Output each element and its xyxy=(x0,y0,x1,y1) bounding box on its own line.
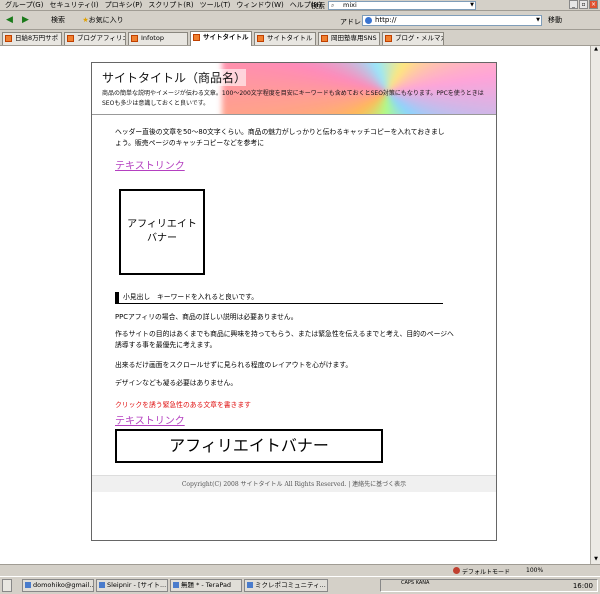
footer: Copyright(C) 2008 サイトタイトル All Rights Res… xyxy=(92,475,496,492)
scroll-up-icon[interactable]: ▲ xyxy=(592,46,600,54)
search-label: 検索 xyxy=(311,2,325,10)
search-icon: ⌕ xyxy=(331,2,335,9)
affiliate-banner-square[interactable]: アフィリエイト バナー xyxy=(119,189,205,275)
tab-label: 日給8万円サポ xyxy=(15,34,59,42)
minimize-button[interactable]: _ xyxy=(569,0,578,9)
favorites-button-label: お気に入り xyxy=(88,16,124,24)
restore-button[interactable]: ▫ xyxy=(579,0,588,9)
paragraph: デザインなども凝る必要はありません。 xyxy=(115,379,238,387)
affiliate-banner-wide[interactable]: アフィリエイトバナー xyxy=(115,429,383,463)
app-icon xyxy=(25,582,31,588)
tab-label: ブログアフィリエイ xyxy=(77,34,125,42)
status-bar: デフォルトモード 100% xyxy=(0,564,600,576)
address-input[interactable]: http:// ▼ xyxy=(362,15,542,26)
task-button[interactable]: Sleipnir - [サイト... xyxy=(96,579,168,592)
tab-label: サイトタイトル xyxy=(203,33,249,41)
app-icon xyxy=(99,582,105,588)
favorites-button[interactable]: ★お気に入り xyxy=(80,14,126,27)
paragraph: 出来るだけ画面をスクロールせずに見られる程度のレイアウトを心がけます。 xyxy=(115,361,353,369)
page-icon xyxy=(257,35,264,42)
tab-4-active[interactable]: サイトタイトル xyxy=(190,31,252,46)
app-icon xyxy=(173,582,179,588)
go-button[interactable]: 移動 xyxy=(548,15,562,25)
search-button[interactable]: 検索 xyxy=(40,14,76,27)
task-label: ミクレポコミュニティ... xyxy=(255,581,326,589)
chevron-down-icon[interactable]: ▼ xyxy=(470,2,474,9)
paragraph: 作るサイトの目的はあくまでも商品に興味を持ってもらう、または緊急性を伝えるまでと… xyxy=(115,330,454,349)
tab-label: ブログ・メルマガ xyxy=(395,34,444,42)
forward-arrow-icon[interactable]: ▶ xyxy=(19,14,32,27)
tab-7[interactable]: ブログ・メルマガ xyxy=(382,32,444,45)
tab-6[interactable]: 岡田塾専用SNS xyxy=(318,32,380,45)
page-icon xyxy=(365,17,372,24)
subheading: 小見出し キーワードを入れると良いです。 xyxy=(115,292,443,304)
paragraph: PPCアフィリの場合、商品の詳しい説明は必要ありません。 xyxy=(115,313,298,321)
page-icon xyxy=(131,35,138,42)
tab-3[interactable]: Infotop xyxy=(128,32,188,45)
text-link[interactable]: テキストリンク xyxy=(115,412,185,427)
page-icon xyxy=(5,35,12,42)
tab-1[interactable]: 日給8万円サポ xyxy=(2,32,62,45)
menu-bar: グループ(G) セキュリティ(I) プロキシ(P) スクリプト(R) ツール(T… xyxy=(0,0,600,11)
tab-bar: 日給8万円サポ ブログアフィリエイ Infotop サイトタイトル サイトタイト… xyxy=(0,30,600,46)
clock: 16:00 xyxy=(572,582,593,590)
page-icon xyxy=(385,35,392,42)
site-header: サイトタイトル（商品名） 商品の簡単な説明やイメージが伝わる文章。100〜200… xyxy=(92,63,496,114)
taskbar: domohiko@gmail... Sleipnir - [サイト... 無題 … xyxy=(0,576,600,594)
start-button[interactable] xyxy=(2,579,12,592)
mode-icon xyxy=(453,567,460,574)
site-title: サイトタイトル（商品名） xyxy=(102,69,247,86)
page-icon xyxy=(67,35,74,42)
task-button[interactable]: 無題 * - TeraPad xyxy=(170,579,242,592)
window-controls: _ ▫ × xyxy=(569,0,598,9)
zoom-level[interactable]: 100% xyxy=(526,567,543,574)
ime-indicator[interactable]: CAPS KANA xyxy=(401,580,429,586)
system-tray: CAPS KANA 16:00 xyxy=(380,579,598,592)
banner-line: バナー xyxy=(147,233,177,244)
tab-label: サイトタイトル xyxy=(267,34,313,42)
chevron-down-icon[interactable]: ▼ xyxy=(536,16,540,25)
menu-group[interactable]: グループ(G) xyxy=(2,0,46,10)
tab-label: 岡田塾専用SNS xyxy=(331,34,377,42)
lead-text: ヘッダー直後の文章を50〜80文字くらい。商品の魅力がしっかりと伝わるキャッチコ… xyxy=(115,128,445,147)
tab-5[interactable]: サイトタイトル xyxy=(254,32,316,45)
scroll-down-icon[interactable]: ▼ xyxy=(592,556,600,564)
menu-security[interactable]: セキュリティ(I) xyxy=(46,0,101,10)
search-value: mixi xyxy=(343,1,357,9)
text-link[interactable]: テキストリンク xyxy=(115,157,185,172)
menu-tools[interactable]: ツール(T) xyxy=(197,0,234,10)
page-icon xyxy=(321,35,328,42)
urgent-text: クリックを誘う緊急性のある文章を書きます xyxy=(115,401,251,409)
menu-window[interactable]: ウィンドウ(W) xyxy=(233,0,286,10)
task-label: 無題 * - TeraPad xyxy=(181,581,232,589)
back-arrow-icon[interactable]: ◀ xyxy=(3,14,16,27)
task-label: domohiko@gmail... xyxy=(33,581,94,589)
task-label: Sleipnir - [サイト... xyxy=(107,581,167,589)
browser-viewport: サイトタイトル（商品名） 商品の簡単な説明やイメージが伝わる文章。100〜200… xyxy=(0,46,590,564)
task-button[interactable]: ミクレポコミュニティ... xyxy=(244,579,328,592)
tab-2[interactable]: ブログアフィリエイ xyxy=(64,32,126,45)
status-mode[interactable]: デフォルトモード xyxy=(462,567,510,576)
close-button[interactable]: × xyxy=(589,0,598,9)
search-button-label: 検索 xyxy=(51,16,65,24)
app-icon xyxy=(247,582,253,588)
page-icon xyxy=(193,34,200,41)
divider xyxy=(92,114,496,115)
search-input[interactable]: ⌕ mixi ▼ xyxy=(328,1,476,10)
banner-line: アフィリエイト xyxy=(127,219,197,230)
toolbar: ◀ ▶ 検索 ★お気に入り アドレス http:// ▼ 移動 xyxy=(0,11,600,30)
task-button[interactable]: domohiko@gmail... xyxy=(22,579,94,592)
vertical-scrollbar[interactable]: ▲ ▼ xyxy=(590,46,600,564)
tab-label: Infotop xyxy=(141,34,164,42)
page-container: サイトタイトル（商品名） 商品の簡単な説明やイメージが伝わる文章。100〜200… xyxy=(91,62,497,541)
menu-script[interactable]: スクリプト(R) xyxy=(145,0,196,10)
menu-proxy[interactable]: プロキシ(P) xyxy=(102,0,146,10)
header-description: 商品の簡単な説明やイメージが伝わる文章。100〜200文字程度を目安にキーワード… xyxy=(102,90,484,107)
address-value: http:// xyxy=(375,16,397,24)
